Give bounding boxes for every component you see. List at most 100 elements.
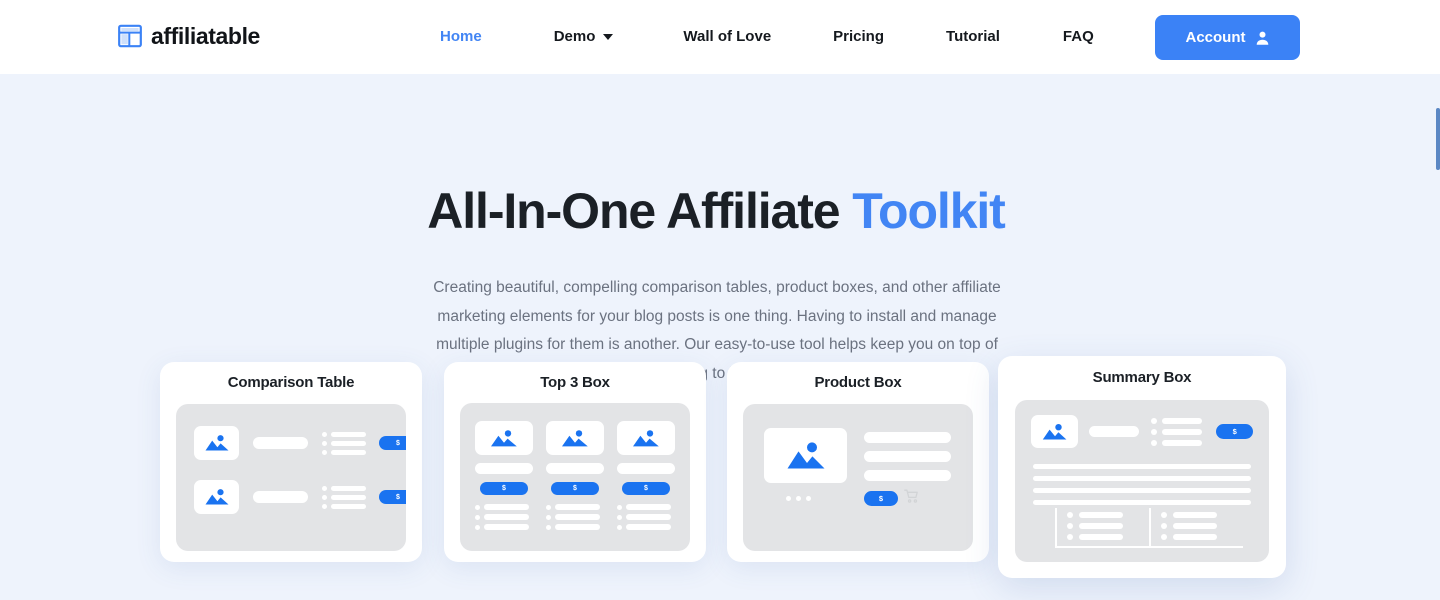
bullet-dot-icon xyxy=(322,503,327,509)
bullet-line xyxy=(626,524,671,530)
preview-row: $ xyxy=(1031,415,1253,448)
price-pill-button[interactable]: $ xyxy=(379,436,406,450)
bullet-item xyxy=(322,494,366,500)
bullet-line xyxy=(1173,523,1217,529)
preview-column: $ xyxy=(475,421,533,530)
bullet-line xyxy=(1162,428,1203,435)
bullet-item xyxy=(617,524,675,530)
scrollbar-thumb[interactable] xyxy=(1436,108,1440,170)
card-summary-box-title: Summary Box xyxy=(1092,369,1192,386)
bullet-dot-icon xyxy=(1161,534,1167,540)
bullet-line xyxy=(331,485,366,491)
bullet-dot-icon xyxy=(322,431,327,437)
bullet-line xyxy=(1079,534,1123,540)
brand-logo[interactable]: affiliatable xyxy=(118,24,260,48)
price-pill-button[interactable]: $ xyxy=(622,482,670,495)
bullet-item xyxy=(1161,512,1243,518)
card-top-3-box-title: Top 3 Box xyxy=(540,374,610,391)
image-placeholder-icon xyxy=(1031,415,1078,448)
bullet-dot-icon xyxy=(475,504,480,510)
bullet-dot-icon xyxy=(1161,512,1167,518)
bullet-dot-icon xyxy=(617,504,622,510)
bullet-dot-icon xyxy=(1151,428,1158,435)
card-product-box-preview: $ xyxy=(743,404,973,551)
card-comparison-table[interactable]: Comparison Table $ $ xyxy=(160,362,422,562)
card-product-box-title: Product Box xyxy=(814,374,902,391)
price-pill-button[interactable]: $ xyxy=(379,490,406,504)
card-summary-box[interactable]: Summary Box $ xyxy=(998,356,1286,578)
bullet-item xyxy=(1067,534,1149,540)
account-button[interactable]: Account xyxy=(1155,15,1300,60)
nav-item-tutorial[interactable]: Tutorial xyxy=(946,0,1000,74)
bullet-dot-icon xyxy=(1151,439,1158,446)
nav-item-demo-label: Demo xyxy=(553,28,596,45)
table-logo-icon xyxy=(118,24,142,48)
bullet-list-placeholder xyxy=(617,504,675,530)
page-scrollbar[interactable] xyxy=(1434,0,1440,600)
bullet-line xyxy=(1173,512,1217,518)
dot-icon xyxy=(786,496,791,501)
price-pill-button[interactable]: $ xyxy=(551,482,599,495)
bullet-list-placeholder xyxy=(475,504,533,530)
bullet-list-placeholder xyxy=(1055,508,1149,548)
bullet-item xyxy=(1067,512,1149,518)
account-button-label: Account xyxy=(1185,29,1246,46)
feature-cards-row: Comparison Table $ $ Top 3 Box $ $ $ Pro… xyxy=(0,74,1440,600)
text-placeholder-bar xyxy=(617,463,675,474)
card-product-box[interactable]: Product Box $ xyxy=(727,362,989,562)
preview-column: $ xyxy=(546,421,604,530)
bullet-dot-icon xyxy=(1161,523,1167,529)
bullet-item xyxy=(322,449,366,455)
text-placeholder-bar xyxy=(253,437,308,449)
image-placeholder-icon xyxy=(194,480,239,514)
main-navigation: Home Demo Wall of Love Pricing Tutorial … xyxy=(440,0,1094,74)
nav-item-wall-of-love[interactable]: Wall of Love xyxy=(683,0,771,74)
bullet-dot-icon xyxy=(1067,534,1073,540)
bullet-item xyxy=(322,431,366,437)
brand-name: affiliatable xyxy=(151,23,260,49)
nav-item-wall-of-love-label: Wall of Love xyxy=(683,28,772,45)
bullet-line xyxy=(1079,512,1123,518)
image-placeholder-icon xyxy=(546,421,604,455)
bullet-item xyxy=(546,524,604,530)
chevron-down-icon xyxy=(603,34,614,40)
price-pill-button[interactable]: $ xyxy=(864,491,898,506)
bullet-item xyxy=(475,514,533,520)
nav-item-faq[interactable]: FAQ xyxy=(1063,0,1094,74)
price-pill-button[interactable]: $ xyxy=(1216,424,1253,439)
nav-item-pricing[interactable]: Pricing xyxy=(833,0,884,74)
text-lines-placeholder xyxy=(1033,464,1251,505)
card-comparison-table-preview: $ $ xyxy=(176,404,406,551)
text-placeholder-bar xyxy=(475,463,533,474)
price-pill-button[interactable]: $ xyxy=(480,482,528,495)
more-options-dots[interactable] xyxy=(786,496,811,501)
preview-column: $ xyxy=(617,421,675,530)
bullet-dot-icon xyxy=(475,524,480,530)
image-placeholder-icon xyxy=(194,426,239,460)
bullet-line xyxy=(1162,417,1203,424)
text-placeholder-bar xyxy=(864,451,951,462)
text-placeholder-bar xyxy=(864,432,951,443)
product-cta-group: $ xyxy=(864,489,919,508)
bullet-list-placeholder xyxy=(1151,417,1203,446)
text-placeholder-bar xyxy=(546,463,604,474)
bullet-line xyxy=(484,514,529,520)
bullet-item xyxy=(322,485,366,491)
card-summary-box-preview: $ xyxy=(1015,400,1269,562)
bullet-line xyxy=(555,504,600,510)
bullet-dot-icon xyxy=(1067,512,1073,518)
text-placeholder-bar xyxy=(1088,426,1140,437)
card-top-3-box[interactable]: Top 3 Box $ $ $ xyxy=(444,362,706,562)
text-placeholder-bar xyxy=(1033,500,1251,505)
text-placeholder-bar xyxy=(1033,464,1251,469)
dot-icon xyxy=(806,496,811,501)
bullet-line xyxy=(484,504,529,510)
bullet-line xyxy=(331,440,366,446)
nav-item-demo[interactable]: Demo xyxy=(554,0,614,74)
bullet-dot-icon xyxy=(546,514,551,520)
preview-row: $ xyxy=(194,480,406,514)
text-placeholder-bar xyxy=(253,491,308,503)
nav-item-home[interactable]: Home xyxy=(440,0,482,74)
bullet-line xyxy=(331,449,366,455)
image-placeholder-icon xyxy=(764,428,847,483)
